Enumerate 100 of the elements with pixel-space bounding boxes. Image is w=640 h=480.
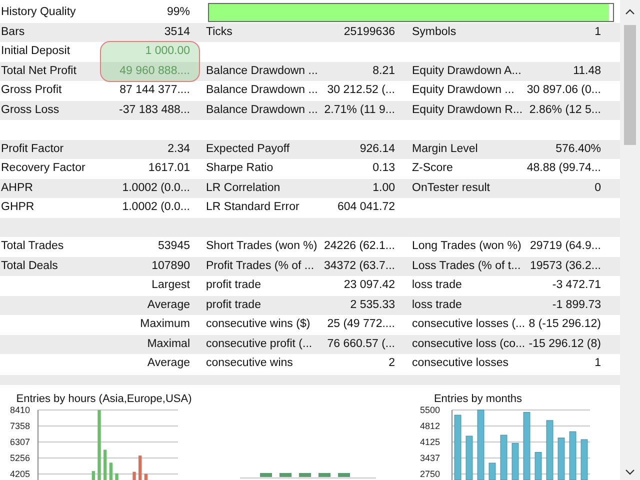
stat-value: 0 bbox=[594, 180, 601, 196]
stat-value: -15 296.12 (8) bbox=[528, 336, 601, 352]
stat-label: Margin Level bbox=[412, 142, 479, 157]
bar bbox=[144, 474, 148, 480]
axis-tick: 8410 bbox=[10, 405, 30, 415]
stat-label: consecutive losses bbox=[412, 356, 510, 372]
axis-tick: 2750 bbox=[420, 469, 440, 479]
stat-value: 19573 (36.2... bbox=[530, 258, 601, 274]
stat-value: 1 bbox=[594, 24, 601, 40]
stat-label: profit trade bbox=[206, 298, 262, 313]
stat-value: 25 (49 772.... bbox=[327, 317, 395, 332]
bar bbox=[523, 412, 530, 480]
stat-label: LR Correlation bbox=[206, 180, 282, 196]
stat-value: -3 472.71 bbox=[552, 278, 601, 294]
stat-label: Balance Drawdown ... bbox=[206, 102, 319, 118]
bar bbox=[500, 434, 508, 480]
stat-value: 24226 (62.1... bbox=[324, 239, 395, 254]
scroll-up-icon[interactable] bbox=[625, 9, 635, 15]
stat-label: consecutive losses (... bbox=[412, 317, 525, 332]
stat-value: 11.48 bbox=[573, 64, 601, 79]
stat-group-label: Largest bbox=[150, 278, 190, 294]
stat-label: profit trade bbox=[206, 278, 262, 294]
axis-tick: 4812 bbox=[420, 421, 440, 431]
stat-group-label: Average bbox=[146, 356, 190, 372]
bar bbox=[318, 473, 330, 477]
stat-value: 604 041.72 bbox=[337, 200, 395, 216]
chart-title: Entries by months bbox=[434, 393, 522, 405]
stat-value: -37 183 488... bbox=[119, 102, 190, 118]
bar bbox=[454, 414, 462, 480]
stat-value: 2 535.33 bbox=[350, 298, 395, 313]
stat-label: Ticks bbox=[206, 24, 234, 40]
bar bbox=[546, 420, 554, 480]
bar bbox=[115, 473, 118, 480]
stat-label: Equity Drawdown R... bbox=[412, 102, 524, 118]
stat-label: Expected Payoff bbox=[206, 142, 291, 157]
stat-value: -1 899.73 bbox=[552, 298, 601, 313]
bar bbox=[98, 410, 101, 480]
stat-value: 8.21 bbox=[372, 64, 395, 79]
stat-value: 48.88 (99.74... bbox=[526, 161, 601, 176]
stat-value: 30 897.06 (0... bbox=[526, 83, 601, 98]
bar bbox=[338, 473, 350, 477]
scroll-thumb[interactable] bbox=[624, 25, 636, 145]
stat-value: 2.71% (11 9... bbox=[324, 102, 395, 118]
bar bbox=[466, 436, 473, 480]
stat-label: AHPR bbox=[0, 180, 34, 196]
bar bbox=[92, 471, 96, 480]
stat-label: Short Trades (won %) bbox=[206, 239, 318, 254]
stat-value: 25199636 bbox=[344, 24, 395, 40]
stat-label: Z-Score bbox=[412, 161, 454, 176]
bar bbox=[138, 456, 142, 480]
stat-value: 53945 bbox=[158, 239, 190, 254]
stat-value: 1.00 bbox=[372, 180, 395, 196]
stat-value: 34372 (63.7... bbox=[324, 258, 395, 274]
stat-label: Balance Drawdown ... bbox=[206, 83, 319, 98]
stat-label: GHPR bbox=[0, 200, 36, 216]
stat-label: Equity Drawdown ... bbox=[412, 83, 516, 98]
stat-value: 2 bbox=[388, 356, 395, 372]
stat-label: consecutive profit (... bbox=[206, 336, 314, 352]
stat-label: Total Deals bbox=[0, 258, 59, 274]
stat-label: consecutive wins bbox=[206, 356, 294, 372]
stat-group-label: Maximum bbox=[139, 317, 190, 332]
stat-value: 1 000.00 bbox=[145, 44, 190, 60]
bar bbox=[569, 431, 576, 480]
bar bbox=[488, 462, 496, 480]
stat-label: consecutive wins ($) bbox=[206, 317, 312, 332]
stat-label: Sharpe Ratio bbox=[206, 161, 274, 176]
stat-value: 49 960 888.... bbox=[120, 64, 190, 79]
stat-value: 1 bbox=[594, 356, 601, 372]
bar bbox=[534, 452, 542, 480]
stat-value: 107890 bbox=[152, 258, 190, 274]
stat-label: loss trade bbox=[412, 298, 463, 313]
axis-tick: 5500 bbox=[420, 405, 440, 415]
stat-value: 0.13 bbox=[372, 161, 395, 176]
stat-label: Total Net Profit bbox=[0, 64, 78, 79]
scroll-down-icon[interactable] bbox=[625, 469, 635, 475]
stat-value: 99% bbox=[166, 5, 190, 20]
stat-group-label: Maximal bbox=[146, 336, 190, 352]
stat-label: Bars bbox=[0, 24, 26, 40]
scrollbar[interactable] bbox=[620, 0, 640, 480]
stat-value: 576.40% bbox=[556, 142, 601, 157]
stat-label: Total Trades bbox=[0, 239, 65, 254]
chart-title: Entries by hours (Asia,Europe,USA) bbox=[16, 393, 192, 405]
axis-tick: 4125 bbox=[420, 437, 440, 447]
stat-value: 30 212.52 (... bbox=[327, 83, 395, 98]
stat-label: consecutive loss (co... bbox=[412, 336, 525, 352]
bar bbox=[103, 450, 107, 480]
stat-label: Recovery Factor bbox=[0, 161, 86, 176]
stat-label: History Quality bbox=[0, 5, 77, 20]
bar bbox=[132, 472, 136, 480]
bar bbox=[280, 473, 292, 477]
bar bbox=[477, 410, 484, 480]
bar bbox=[109, 462, 113, 480]
stat-label: loss trade bbox=[412, 278, 463, 294]
stat-value: 1617.01 bbox=[148, 161, 190, 176]
stat-label: Profit Trades (% of ... bbox=[206, 258, 316, 274]
stat-value: 1.0002 (0.0... bbox=[122, 180, 190, 196]
axis-tick: 5256 bbox=[10, 453, 30, 463]
stat-label: LR Standard Error bbox=[206, 200, 300, 216]
stat-label: Gross Loss bbox=[0, 102, 60, 118]
stat-value: 926.14 bbox=[360, 142, 395, 157]
